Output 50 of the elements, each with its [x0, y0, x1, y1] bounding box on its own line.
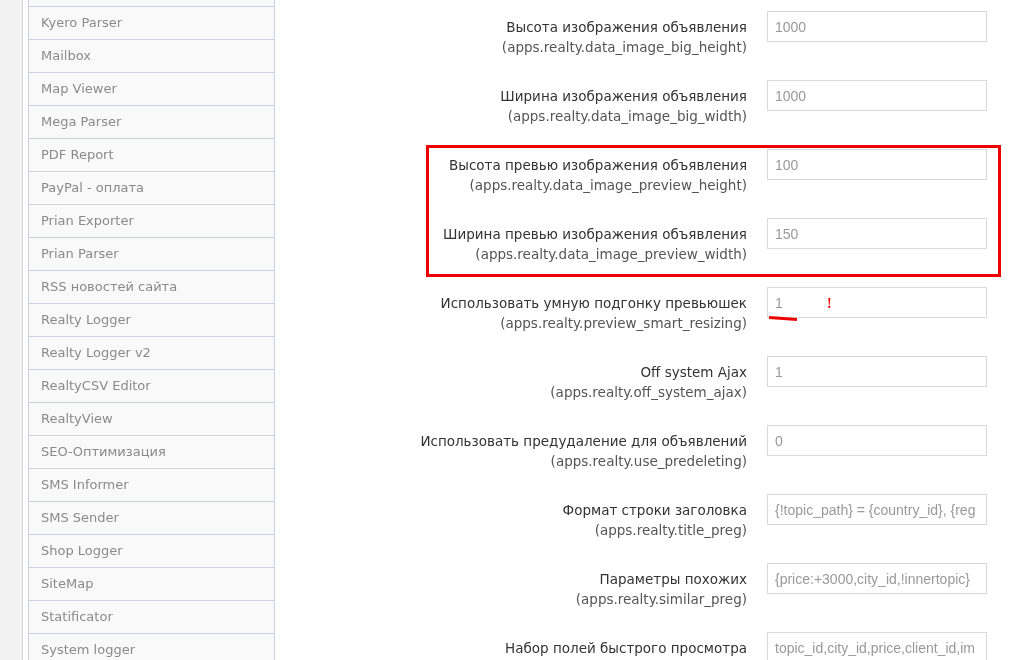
setting-label: Off system Ajax [640, 363, 747, 382]
setting-label: Ширина изображения объявления [500, 87, 747, 106]
setting-key: (apps.realty.preview_smart_resizing) [500, 313, 747, 333]
text-input[interactable]: 0 [767, 425, 987, 456]
setting-label: Параметры похожих [599, 570, 747, 589]
text-input[interactable]: 100 [767, 149, 987, 180]
setting-label: Высота изображения объявления [506, 18, 747, 37]
sidebar-item[interactable]: Kyero Parser [29, 6, 274, 39]
sidebar-item[interactable]: SiteMap [29, 567, 274, 600]
text-input[interactable]: {!topic_path} = {country_id}, {reg [767, 494, 987, 525]
text-input[interactable]: topic_id,city_id,price,client_id,im [767, 632, 987, 660]
text-input[interactable]: 1000 [767, 80, 987, 111]
sidebar-item[interactable]: Prian Parser [29, 237, 274, 270]
sidebar-item[interactable]: RealtyView [29, 402, 274, 435]
setting-label: Набор полей быстрого просмотра [505, 639, 747, 658]
sidebar-item[interactable]: PDF Report [29, 138, 274, 171]
setting-key: (apps.realty.similar_preg) [575, 589, 747, 609]
sidebar-item[interactable]: Map Viewer [29, 72, 274, 105]
setting-label: Ширина превью изображения объявления [443, 225, 747, 244]
sidebar-item[interactable]: RealtyCSV Editor [29, 369, 274, 402]
text-input[interactable]: 150 [767, 218, 987, 249]
sidebar-item[interactable]: Realty Logger v2 [29, 336, 274, 369]
sidebar-item[interactable]: Mega Parser [29, 105, 274, 138]
sidebar-item[interactable]: Statificator [29, 600, 274, 633]
setting-label: Использовать предудаление для объявлений [420, 432, 747, 451]
setting-key: (apps.realty.off_system_ajax) [550, 382, 747, 402]
sidebar-item[interactable]: SEO-Оптимизация [29, 435, 274, 468]
sidebar-item[interactable]: Realty Logger [29, 303, 274, 336]
sidebar-item[interactable]: Shop Logger [29, 534, 274, 567]
underline-stroke [769, 316, 797, 321]
sidebar-item[interactable]: SMS Sender [29, 501, 274, 534]
text-input[interactable]: 1 [767, 356, 987, 387]
sidebar-item[interactable]: Prian Exporter [29, 204, 274, 237]
setting-key: (apps.realty.title_preg) [594, 520, 747, 540]
sidebar-item[interactable]: PayPal - оплата [29, 171, 274, 204]
sidebar-item[interactable]: RSS новостей сайта [29, 270, 274, 303]
sidebar-item[interactable]: System logger [29, 633, 274, 660]
sidebar-item[interactable]: Mailbox [29, 39, 274, 72]
setting-label: Использовать умную подгонку превьюшек [440, 294, 747, 313]
sidebar-item[interactable]: SMS Informer [29, 468, 274, 501]
setting-key: (apps.realty.data_image_big_height) [501, 37, 747, 57]
setting-key: (apps.realty.data_image_preview_height) [469, 175, 747, 195]
setting-key: (apps.realty.data_image_big_width) [507, 106, 747, 126]
setting-key: (apps.realty.data_image_preview_width) [475, 244, 747, 264]
text-input[interactable]: 1000 [767, 11, 987, 42]
setting-key: (apps.realty.use_predeleting) [550, 451, 747, 471]
exclamation-mark: ! [827, 296, 832, 312]
setting-label: Формат строки заголовка [562, 501, 747, 520]
text-input[interactable]: {price:+3000,city_id,!innertopic} [767, 563, 987, 594]
setting-label: Высота превью изображения объявления [449, 156, 747, 175]
